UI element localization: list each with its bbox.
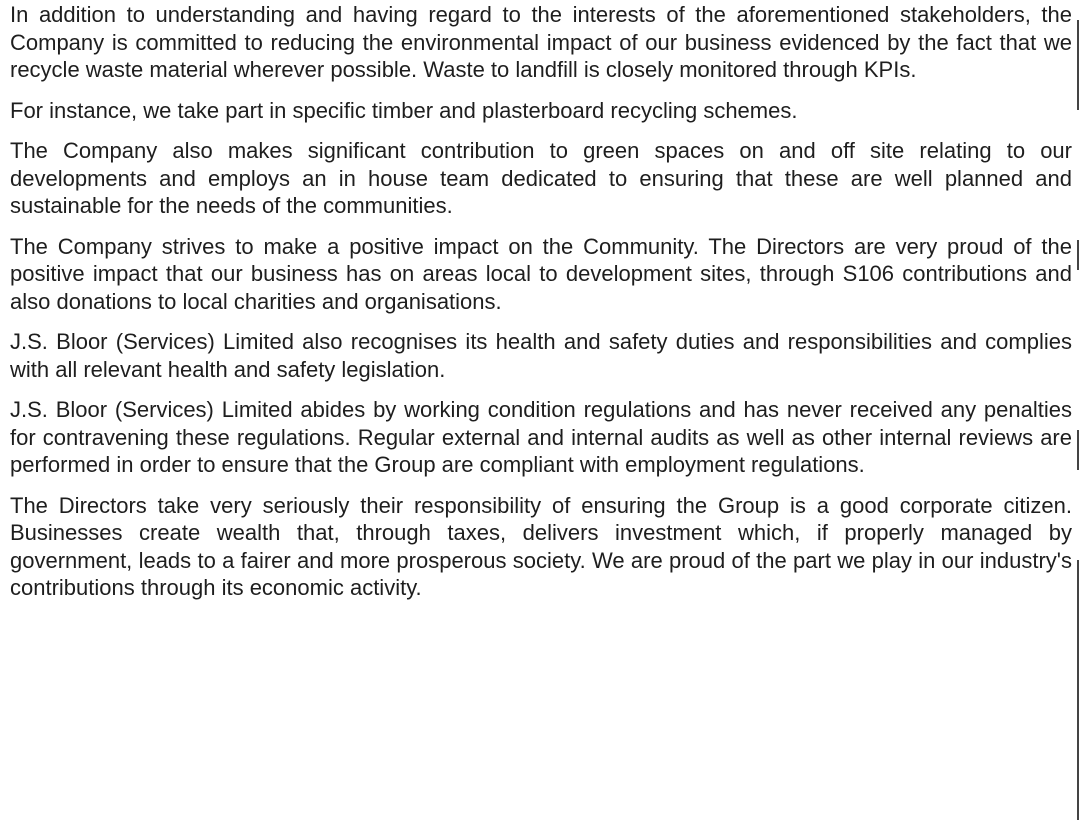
paragraph-corporate-citizen: The Directors take very seriously their … — [10, 492, 1072, 601]
paragraph-community: The Company strives to make a positive i… — [10, 233, 1072, 314]
scan-edge-mark — [1077, 430, 1079, 470]
scan-edge-mark — [1077, 240, 1079, 270]
document-body: In addition to understanding and having … — [10, 0, 1072, 615]
scan-edge-mark — [1077, 560, 1079, 820]
scan-edge-mark — [1077, 20, 1079, 110]
paragraph-working-conditions: J.S. Bloor (Services) Limited abides by … — [10, 397, 1072, 477]
paragraph-green-spaces: The Company also makes significant contr… — [10, 138, 1072, 218]
paragraph-environment: In addition to understanding and having … — [10, 2, 1072, 82]
paragraph-recycling: For instance, we take part in specific t… — [10, 97, 798, 123]
paragraph-health-safety: J.S. Bloor (Services) Limited also recog… — [10, 329, 1072, 382]
